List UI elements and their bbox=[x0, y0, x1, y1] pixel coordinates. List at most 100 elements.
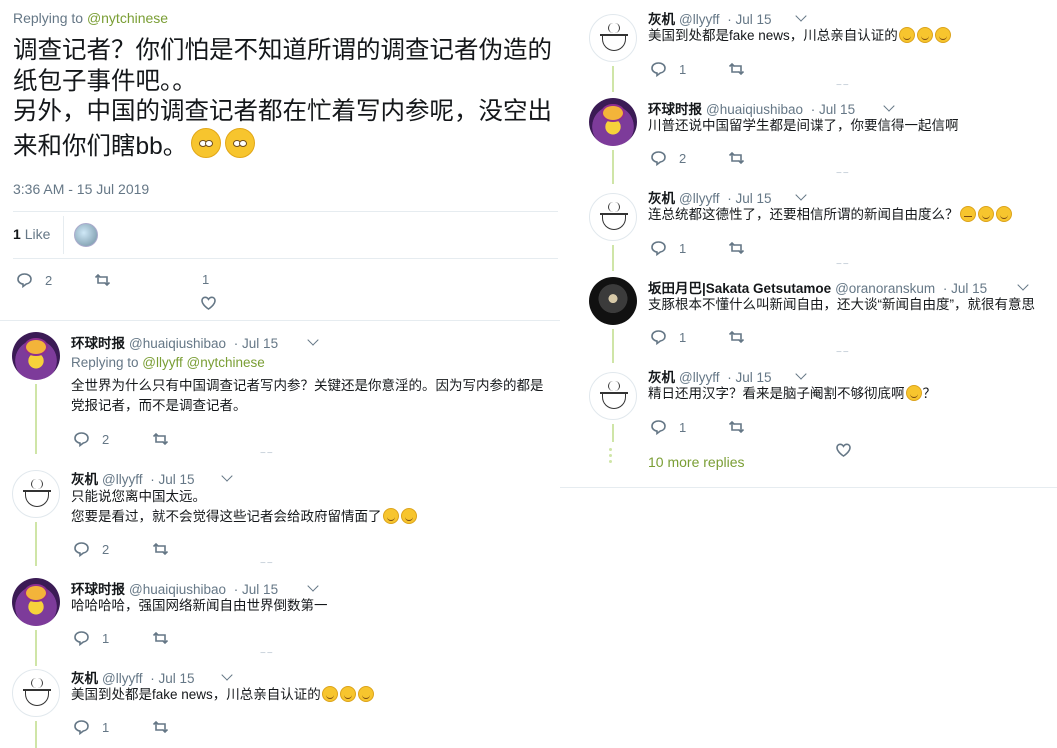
chevron-down-icon[interactable] bbox=[883, 100, 895, 112]
reply-action[interactable]: 2 bbox=[650, 150, 686, 166]
likes-summary[interactable]: 1 Like bbox=[13, 226, 50, 242]
date[interactable]: Jul 15 bbox=[727, 191, 771, 206]
chevron-down-icon[interactable] bbox=[795, 10, 807, 22]
retweet-icon bbox=[94, 272, 111, 288]
retweet-action[interactable] bbox=[94, 272, 111, 288]
handle[interactable]: @llyyff bbox=[102, 472, 142, 487]
reply-icon bbox=[73, 719, 90, 735]
retweet-icon bbox=[152, 541, 169, 557]
avatar[interactable] bbox=[589, 277, 637, 325]
thread-continuation-dots bbox=[609, 448, 612, 466]
left-column: Replying to @nytchinese 调查记者？你们怕是不知道所谓的调… bbox=[0, 0, 560, 748]
reply-action[interactable]: 1 bbox=[650, 240, 686, 256]
retweet-action[interactable] bbox=[728, 240, 745, 256]
date[interactable]: Jul 15 bbox=[727, 12, 771, 27]
retweet-action[interactable] bbox=[728, 61, 745, 77]
like-action[interactable] bbox=[835, 442, 852, 458]
display-name[interactable]: 环球时报 bbox=[71, 336, 125, 351]
handle[interactable]: @llyyff bbox=[679, 191, 719, 206]
reply-action[interactable]: 2 bbox=[16, 272, 52, 288]
avatar[interactable] bbox=[12, 669, 60, 717]
reply-text: 全世界为什么只有中国调查记者写内参？关键还是你意淫的。因为写内参的都是 党报记者，… bbox=[71, 376, 560, 416]
avatar[interactable] bbox=[589, 14, 637, 62]
reply-action[interactable]: 1 bbox=[650, 329, 686, 345]
reply-icon bbox=[650, 61, 667, 77]
avatar[interactable] bbox=[12, 470, 60, 518]
retweet-action[interactable] bbox=[152, 630, 169, 646]
chevron-down-icon[interactable] bbox=[307, 580, 319, 592]
eye-roll-emoji-icon bbox=[191, 127, 222, 158]
display-name[interactable]: 灰机 bbox=[648, 370, 675, 385]
thread-line bbox=[612, 150, 614, 184]
handle[interactable]: @oranoranskum bbox=[835, 281, 935, 296]
reply-action[interactable]: 1 bbox=[73, 630, 109, 646]
retweet-action[interactable] bbox=[728, 150, 745, 166]
avatar[interactable] bbox=[589, 193, 637, 241]
handle[interactable]: @llyyff bbox=[102, 671, 142, 686]
reply-action[interactable]: 2 bbox=[73, 431, 109, 447]
display-name[interactable]: 坂田月巴|Sakata Getsutamoe bbox=[648, 281, 831, 296]
date[interactable]: Jul 15 bbox=[150, 472, 194, 487]
like-action[interactable] bbox=[200, 295, 217, 311]
chevron-down-icon[interactable] bbox=[307, 334, 319, 346]
avatar[interactable] bbox=[589, 372, 637, 420]
reply-action[interactable]: 2 bbox=[73, 541, 109, 557]
date[interactable]: Jul 15 bbox=[811, 102, 855, 117]
reply-action[interactable]: 1 bbox=[650, 419, 686, 435]
reply-icon bbox=[650, 150, 667, 166]
date[interactable]: Jul 15 bbox=[150, 671, 194, 686]
avatar[interactable] bbox=[589, 98, 637, 146]
display-name[interactable]: 灰机 bbox=[71, 671, 98, 686]
eye-roll-emoji-icon bbox=[225, 127, 256, 158]
like-count-action[interactable]: 1 bbox=[202, 272, 209, 287]
more-dots: −− bbox=[260, 648, 274, 659]
date[interactable]: Jul 15 bbox=[234, 582, 278, 597]
tweet-timestamp[interactable]: 3:36 AM - 15 Jul 2019 bbox=[13, 181, 149, 197]
divider-vertical bbox=[63, 216, 64, 254]
display-name[interactable]: 灰机 bbox=[71, 472, 98, 487]
liker-avatar[interactable] bbox=[74, 223, 98, 247]
date[interactable]: Jul 15 bbox=[943, 281, 987, 296]
handle[interactable]: @huaiqiushibao bbox=[129, 582, 226, 597]
reply-action[interactable]: 1 bbox=[650, 61, 686, 77]
reply-count: 1 bbox=[679, 329, 687, 345]
retweet-action[interactable] bbox=[728, 329, 745, 345]
handle[interactable]: @llyyff bbox=[679, 12, 719, 27]
retweet-action[interactable] bbox=[728, 419, 745, 435]
date[interactable]: Jul 15 bbox=[234, 336, 278, 351]
date[interactable]: Jul 15 bbox=[727, 370, 771, 385]
grin-emoji-icon bbox=[995, 206, 1012, 222]
main-tweet-text: 调查记者？你们怕是不知道所谓的调查记者伪造的纸包子事件吧。。 另外，中国的调查记… bbox=[13, 36, 558, 162]
handle[interactable]: @llyyff bbox=[679, 370, 719, 385]
reply-action[interactable]: 1 bbox=[73, 719, 109, 735]
replying-to-link[interactable]: @nytchinese bbox=[187, 355, 265, 370]
more-replies-link[interactable]: 10 more replies bbox=[648, 454, 745, 470]
avatar[interactable] bbox=[12, 578, 60, 626]
chevron-down-icon[interactable] bbox=[221, 669, 233, 681]
reply-header: 灰机 @llyyff Jul 15 bbox=[648, 366, 772, 386]
chevron-down-icon[interactable] bbox=[1017, 279, 1029, 291]
chevron-down-icon[interactable] bbox=[795, 368, 807, 380]
main-tweet-line1: 调查记者？你们怕是不知道所谓的调查记者伪造的纸包子事件吧。。 bbox=[13, 37, 552, 95]
chevron-down-icon[interactable] bbox=[795, 189, 807, 201]
reply-text: 只能说您离中国太远。 您要是看过，就不会觉得这些记者会给政府留情面了 bbox=[71, 487, 560, 527]
replying-to-link[interactable]: @nytchinese bbox=[87, 10, 168, 26]
reply-text: 支豚根本不懂什么叫新闻自由，还大谈“新闻自由度”，就很有意思 bbox=[648, 295, 1053, 315]
reply-text: 美国到处都是fake news，川总亲自认证的 bbox=[648, 26, 1048, 46]
handle[interactable]: @huaiqiushibao bbox=[129, 336, 226, 351]
steam-icon bbox=[31, 479, 43, 489]
replying-to-link[interactable]: @llyyff bbox=[142, 355, 182, 370]
display-name[interactable]: 灰机 bbox=[648, 12, 675, 27]
retweet-action[interactable] bbox=[152, 541, 169, 557]
avatar[interactable] bbox=[12, 332, 60, 380]
retweet-action[interactable] bbox=[152, 719, 169, 735]
display-name[interactable]: 灰机 bbox=[648, 191, 675, 206]
divider bbox=[0, 320, 560, 321]
more-dots: −− bbox=[836, 347, 850, 358]
retweet-action[interactable] bbox=[152, 431, 169, 447]
display-name[interactable]: 环球时报 bbox=[71, 582, 125, 597]
handle[interactable]: @huaiqiushibao bbox=[706, 102, 803, 117]
chevron-down-icon[interactable] bbox=[221, 470, 233, 482]
display-name[interactable]: 环球时报 bbox=[648, 102, 702, 117]
reply-icon bbox=[650, 419, 667, 435]
